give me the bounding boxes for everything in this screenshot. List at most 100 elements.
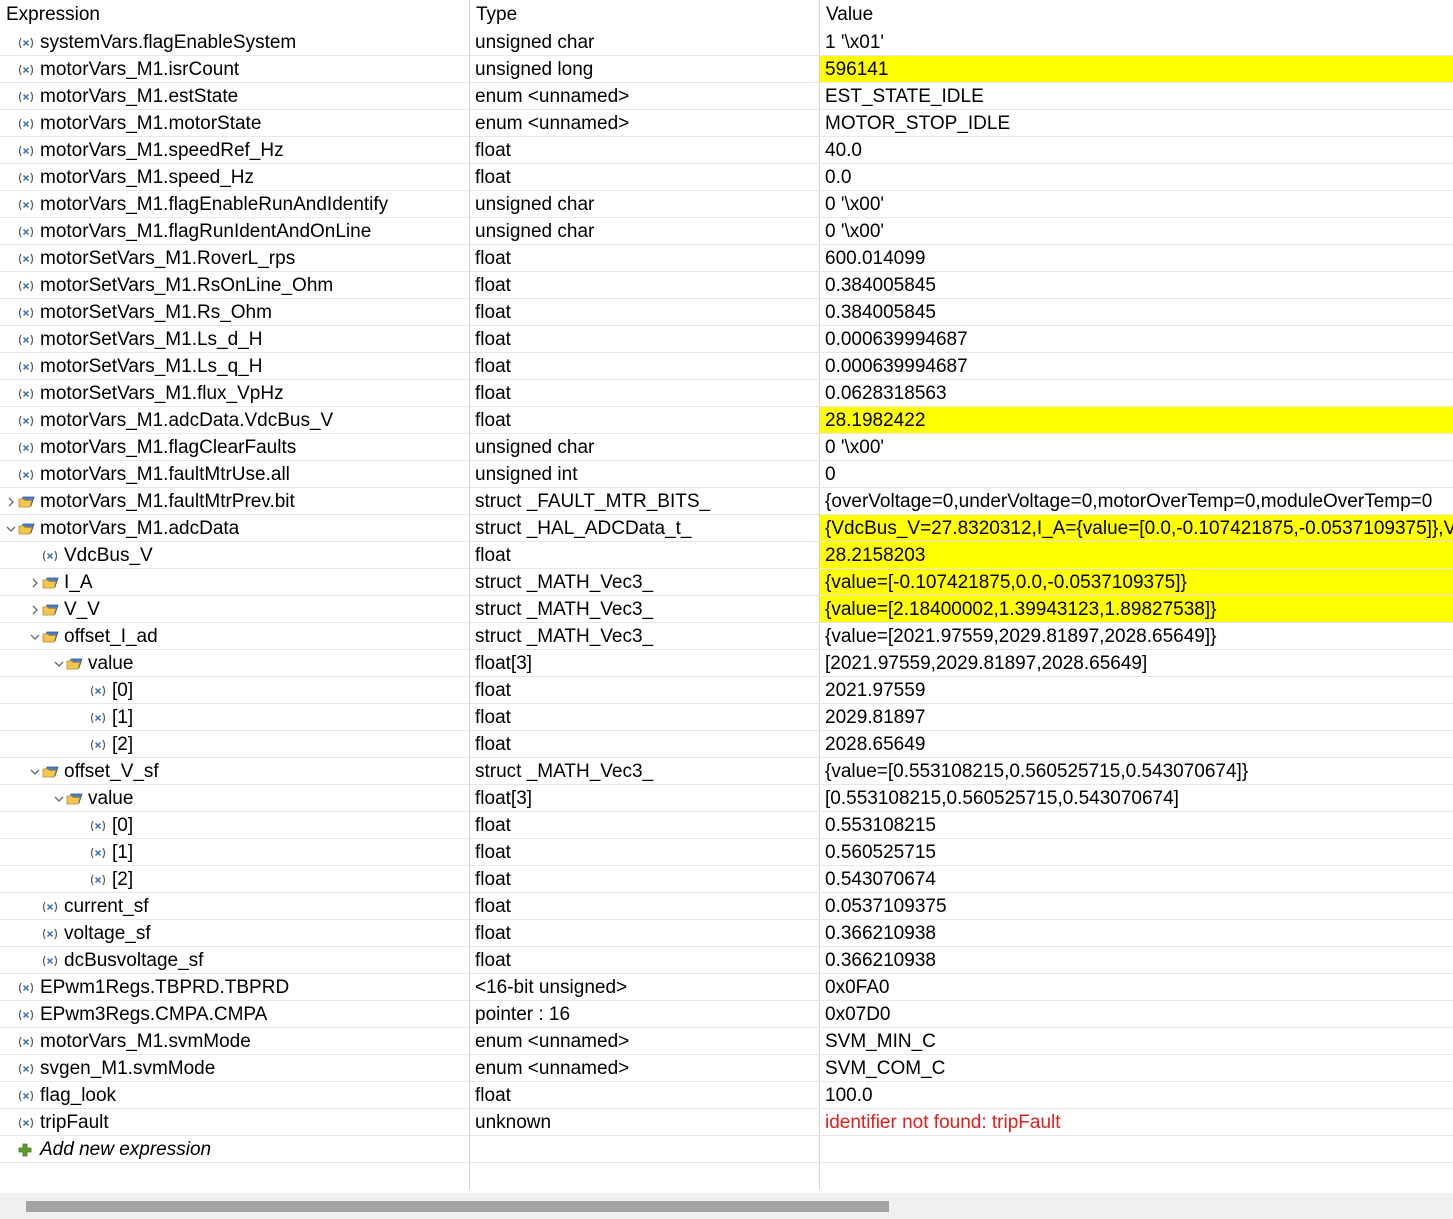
expression-cell[interactable]: motorVars_M1.flagRunIdentAndOnLine	[0, 218, 470, 244]
expression-cell[interactable]: motorVars_M1.motorState	[0, 110, 470, 136]
expression-cell[interactable]: motorVars_M1.faultMtrPrev.bit	[0, 488, 470, 514]
expression-row[interactable]: motorSetVars_M1.Rs_Ohm float 0.384005845	[0, 299, 1453, 326]
value-cell[interactable]: {value=[-0.107421875,0.0,-0.0537109375]}	[820, 569, 1453, 595]
expression-cell[interactable]: V_V	[0, 596, 470, 622]
expression-cell[interactable]: motorVars_M1.adcData	[0, 515, 470, 541]
value-cell-error[interactable]: identifier not found: tripFault	[820, 1109, 1453, 1135]
expression-row[interactable]: V_V struct _MATH_Vec3_ {value=[2.18400002,…	[0, 596, 1453, 623]
expression-cell[interactable]: I_A	[0, 569, 470, 595]
expression-row[interactable]: [0] float 2021.97559	[0, 677, 1453, 704]
value-cell[interactable]: [2021.97559,2029.81897,2028.65649]	[820, 650, 1453, 676]
column-header-value[interactable]: Value	[820, 0, 1453, 29]
expression-row[interactable]: tripFault unknown identifier not found: tr…	[0, 1109, 1453, 1136]
expression-row[interactable]: motorVars_M1.speed_Hz float 0.0	[0, 164, 1453, 191]
value-cell[interactable]: 28.1982422	[820, 407, 1453, 433]
expression-row[interactable]: motorVars_M1.faultMtrPrev.bit struct _FAU…	[0, 488, 1453, 515]
expression-cell[interactable]: dcBusvoltage_sf	[0, 947, 470, 973]
expression-row[interactable]: motorVars_M1.svmMode enum <unnamed> SVM_MI…	[0, 1028, 1453, 1055]
expression-cell[interactable]: Add new expression	[0, 1136, 470, 1162]
expression-cell[interactable]: current_sf	[0, 893, 470, 919]
value-cell[interactable]: 596141	[820, 56, 1453, 82]
expression-row[interactable]: offset_I_ad struct _MATH_Vec3_ {value=[202…	[0, 623, 1453, 650]
expression-cell[interactable]: VdcBus_V	[0, 542, 470, 568]
value-cell[interactable]: 0.366210938	[820, 947, 1453, 973]
expression-row[interactable]: svgen_M1.svmMode enum <unnamed> SVM_COM_C	[0, 1055, 1453, 1082]
column-header-expression[interactable]: Expression	[0, 0, 470, 29]
expression-row[interactable]: motorSetVars_M1.Ls_q_H float 0.00063999468…	[0, 353, 1453, 380]
expression-cell[interactable]: flag_look	[0, 1082, 470, 1108]
expression-row[interactable]: motorVars_M1.adcData struct _HAL_ADCData_…	[0, 515, 1453, 542]
expression-cell[interactable]: EPwm1Regs.TBPRD.TBPRD	[0, 974, 470, 1000]
expression-cell[interactable]: motorVars_M1.adcData.VdcBus_V	[0, 407, 470, 433]
expression-cell[interactable]: [1]	[0, 839, 470, 865]
expression-cell[interactable]: motorSetVars_M1.Rs_Ohm	[0, 299, 470, 325]
expression-cell[interactable]: value	[0, 650, 470, 676]
expression-cell[interactable]: motorVars_M1.svmMode	[0, 1028, 470, 1054]
value-cell[interactable]: SVM_MIN_C	[820, 1028, 1453, 1054]
chevron-down-icon[interactable]	[52, 650, 66, 676]
expression-cell[interactable]: motorSetVars_M1.RsOnLine_Ohm	[0, 272, 470, 298]
chevron-right-icon[interactable]	[4, 488, 18, 514]
value-cell[interactable]: EST_STATE_IDLE	[820, 83, 1453, 109]
value-cell[interactable]: 0.553108215	[820, 812, 1453, 838]
value-cell[interactable]: 0.0628318563	[820, 380, 1453, 406]
chevron-right-icon[interactable]	[28, 596, 42, 622]
expression-row[interactable]: motorVars_M1.flagEnableRunAndIdentify uns…	[0, 191, 1453, 218]
value-cell[interactable]: [0.553108215,0.560525715,0.543070674]	[820, 785, 1453, 811]
chevron-down-icon[interactable]	[52, 785, 66, 811]
value-cell[interactable]: 2021.97559	[820, 677, 1453, 703]
value-cell[interactable]: 0.000639994687	[820, 326, 1453, 352]
expression-row[interactable]: I_A struct _MATH_Vec3_ {value=[-0.10742187…	[0, 569, 1453, 596]
expression-row[interactable]: motorVars_M1.estState enum <unnamed> EST_S…	[0, 83, 1453, 110]
value-cell[interactable]: 0.000639994687	[820, 353, 1453, 379]
value-cell[interactable]: 28.2158203	[820, 542, 1453, 568]
expression-cell[interactable]: [2]	[0, 731, 470, 757]
value-cell[interactable]: {value=[2021.97559,2029.81897,2028.65649…	[820, 623, 1453, 649]
expression-row[interactable]: [0] float 0.553108215	[0, 812, 1453, 839]
value-cell[interactable]: 0 '\x00'	[820, 434, 1453, 460]
value-cell[interactable]: SVM_COM_C	[820, 1055, 1453, 1081]
value-cell[interactable]: 2028.65649	[820, 731, 1453, 757]
value-cell[interactable]: 1 '\x01'	[820, 29, 1453, 55]
value-cell[interactable]: 0.366210938	[820, 920, 1453, 946]
chevron-right-icon[interactable]	[28, 569, 42, 595]
expression-cell[interactable]: offset_I_ad	[0, 623, 470, 649]
expression-row[interactable]: motorVars_M1.speedRef_Hz float 40.0	[0, 137, 1453, 164]
expression-cell[interactable]: EPwm3Regs.CMPA.CMPA	[0, 1001, 470, 1027]
expression-cell[interactable]: [2]	[0, 866, 470, 892]
value-cell[interactable]: 40.0	[820, 137, 1453, 163]
value-cell[interactable]: {value=[0.553108215,0.560525715,0.543070…	[820, 758, 1453, 784]
expression-row[interactable]: value float[3] [2021.97559,2029.81897,2028…	[0, 650, 1453, 677]
expression-cell[interactable]: motorSetVars_M1.RoverL_rps	[0, 245, 470, 271]
value-cell[interactable]: {VdcBus_V=27.8320312,I_A={value=[0.0,-0.…	[820, 515, 1453, 541]
expression-row[interactable]: [2] float 2028.65649	[0, 731, 1453, 758]
expression-row[interactable]: motorSetVars_M1.RsOnLine_Ohm float 0.38400…	[0, 272, 1453, 299]
expression-cell[interactable]: tripFault	[0, 1109, 470, 1135]
expression-cell[interactable]: motorVars_M1.estState	[0, 83, 470, 109]
expression-cell[interactable]: [0]	[0, 812, 470, 838]
expression-row[interactable]: motorVars_M1.isrCount unsigned long 596141	[0, 56, 1453, 83]
expression-row[interactable]: motorVars_M1.faultMtrUse.all unsigned int…	[0, 461, 1453, 488]
column-header-type[interactable]: Type	[470, 0, 820, 29]
horizontal-scrollbar[interactable]	[0, 1193, 1453, 1219]
expression-cell[interactable]: systemVars.flagEnableSystem	[0, 29, 470, 55]
expression-row[interactable]: [2] float 0.543070674	[0, 866, 1453, 893]
expression-row[interactable]: EPwm1Regs.TBPRD.TBPRD <16-bit unsigned> 0x…	[0, 974, 1453, 1001]
expression-row[interactable]: VdcBus_V float 28.2158203	[0, 542, 1453, 569]
value-cell[interactable]: 0.560525715	[820, 839, 1453, 865]
chevron-down-icon[interactable]	[28, 623, 42, 649]
expression-row[interactable]: motorVars_M1.adcData.VdcBus_V float 28.198…	[0, 407, 1453, 434]
expression-cell[interactable]: [1]	[0, 704, 470, 730]
value-cell[interactable]: 600.014099	[820, 245, 1453, 271]
expression-row[interactable]: value float[3] [0.553108215,0.560525715,0.…	[0, 785, 1453, 812]
expression-cell[interactable]: value	[0, 785, 470, 811]
expression-cell[interactable]: motorVars_M1.speedRef_Hz	[0, 137, 470, 163]
value-cell[interactable]: {value=[2.18400002,1.39943123,1.89827538…	[820, 596, 1453, 622]
expression-row[interactable]: offset_V_sf struct _MATH_Vec3_ {value=[0.5…	[0, 758, 1453, 785]
expression-cell[interactable]: [0]	[0, 677, 470, 703]
expression-cell[interactable]: motorVars_M1.flagEnableRunAndIdentify	[0, 191, 470, 217]
expression-cell[interactable]: motorSetVars_M1.Ls_q_H	[0, 353, 470, 379]
value-cell[interactable]: 0.384005845	[820, 299, 1453, 325]
expression-row[interactable]: dcBusvoltage_sf float 0.366210938	[0, 947, 1453, 974]
value-cell[interactable]: 100.0	[820, 1082, 1453, 1108]
